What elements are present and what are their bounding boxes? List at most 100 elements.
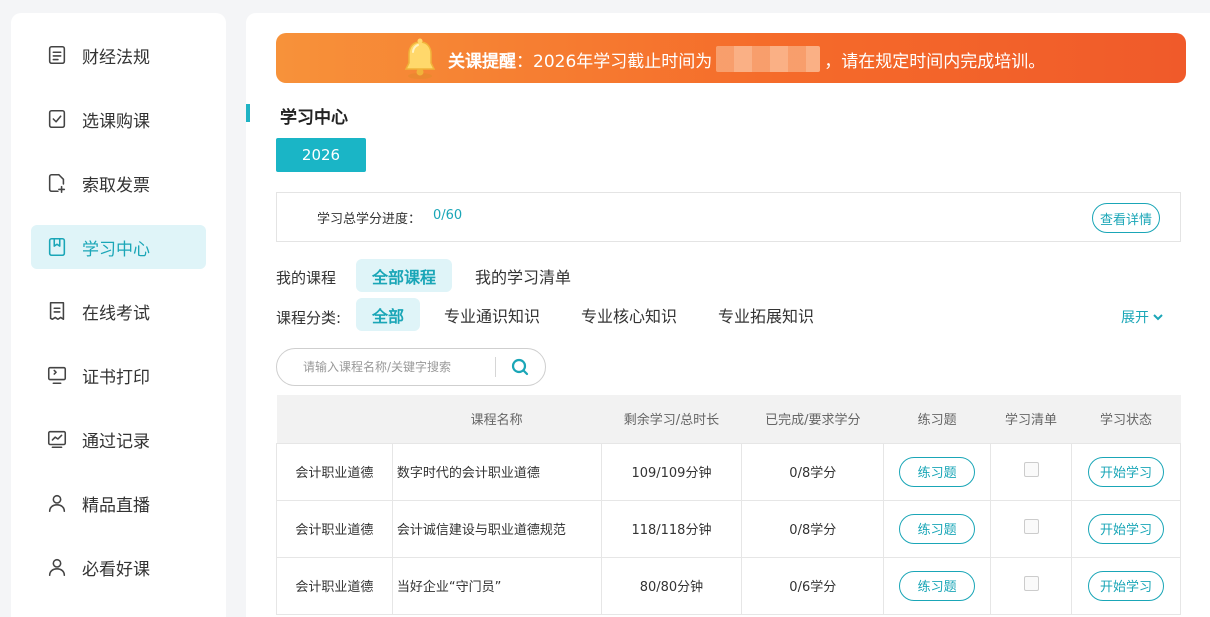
status-cell: 开始学习 <box>1071 442 1181 501</box>
study-list-checkbox[interactable] <box>1023 519 1039 534</box>
sidebar-item-label: 选课购课 <box>82 111 150 132</box>
sidebar-item-label: 证书打印 <box>82 367 150 388</box>
sidebar-item-label: 必看好课 <box>82 559 150 580</box>
expand-toggle[interactable]: 展开 <box>1121 307 1163 327</box>
section-accent-bar <box>246 104 250 122</box>
status-cell: 开始学习 <box>1071 556 1181 615</box>
start-learning-button[interactable]: 开始学习 <box>1088 513 1164 544</box>
course-time: 109/109分钟 <box>600 442 743 501</box>
expand-label: 展开 <box>1121 310 1149 326</box>
table-row: 会计职业道德 会计诚信建设与职业道德规范 118/118分钟 0/8学分 练习题… <box>276 499 1181 558</box>
sidebar-item-pass-records[interactable]: 通过记录 <box>31 417 206 461</box>
progress-label: 学习总学分进度： <box>317 212 422 227</box>
page-title: 学习中心 <box>280 108 348 128</box>
exercise-cell: 练习题 <box>883 442 992 501</box>
blurred-date <box>716 46 821 72</box>
document-icon <box>44 42 70 68</box>
sidebar-item-course-purchase[interactable]: 选课购课 <box>31 97 206 141</box>
sidebar-item-label: 通过记录 <box>82 431 150 452</box>
user-icon <box>44 490 70 516</box>
chart-icon <box>44 426 70 452</box>
search-divider <box>495 357 496 377</box>
sidebar-item-finance-regulations[interactable]: 财经法规 <box>31 33 206 77</box>
sidebar-item-label: 索取发票 <box>82 175 150 196</box>
course-name: 当好企业“守门员” <box>391 556 602 615</box>
sidebar-item-invoice[interactable]: 索取发票 <box>31 161 206 205</box>
course-category: 会计职业道德 <box>276 442 393 501</box>
course-time: 80/80分钟 <box>600 556 743 615</box>
category-tab-all[interactable]: 全部 <box>356 298 421 331</box>
table-row: 会计职业道德 当好企业“守门员” 80/80分钟 0/6学分 练习题 开始学习 <box>276 556 1181 615</box>
study-list-cell <box>990 556 1072 615</box>
view-details-button[interactable]: 查看详情 <box>1092 203 1160 233</box>
exam-paper-icon <box>44 298 70 324</box>
column-header-course-name: 课程名称 <box>392 395 602 443</box>
search-input[interactable] <box>303 358 488 376</box>
column-header-category <box>276 395 393 443</box>
course-credit: 0/6学分 <box>741 556 885 615</box>
table-row: 会计职业道德 数字时代的会计职业道德 109/109分钟 0/8学分 练习题 开… <box>276 442 1181 501</box>
banner-colon: ： <box>516 51 533 72</box>
tab-all-courses[interactable]: 全部课程 <box>356 259 453 292</box>
course-time: 118/118分钟 <box>600 499 743 558</box>
reminder-banner: 关课提醒： 2026年学习截止时间为 ，请在规定时间内完成培训。 <box>276 33 1186 83</box>
start-learning-button[interactable]: 开始学习 <box>1088 570 1164 601</box>
course-category: 会计职业道德 <box>276 499 393 558</box>
chevron-down-icon <box>1153 314 1163 321</box>
sidebar-item-learning-center[interactable]: 学习中心 <box>31 225 206 269</box>
sidebar-item-label: 学习中心 <box>82 239 150 260</box>
study-list-cell <box>990 499 1072 558</box>
main-panel: 关课提醒： 2026年学习截止时间为 ，请在规定时间内完成培训。 学习中心 2026… <box>246 13 1210 617</box>
course-name: 数字时代的会计职业道德 <box>391 442 602 501</box>
sidebar-item-label: 在线考试 <box>82 303 150 324</box>
exercise-button[interactable]: 练习题 <box>899 570 976 601</box>
my-courses-label: 我的课程 <box>276 269 337 287</box>
exercise-button[interactable]: 练习题 <box>899 456 976 487</box>
column-header-time: 剩余学习/总时长 <box>601 395 742 443</box>
banner-text: 关课提醒： 2026年学习截止时间为 ，请在规定时间内完成培训。 <box>448 46 1045 72</box>
column-header-status: 学习状态 <box>1071 395 1181 443</box>
study-list-checkbox[interactable] <box>1023 462 1039 477</box>
category-tab-extended[interactable]: 专业拓展知识 <box>702 298 830 331</box>
sidebar-item-label: 财经法规 <box>82 47 150 68</box>
status-cell: 开始学习 <box>1071 499 1181 558</box>
course-category: 会计职业道德 <box>276 556 393 615</box>
banner-text-after: ，请在规定时间内完成培训。 <box>824 51 1046 72</box>
banner-text-before: 2026年学习截止时间为 <box>533 51 713 72</box>
sidebar-item-must-watch[interactable]: 必看好课 <box>31 545 206 589</box>
credit-progress-box: 学习总学分进度： 0/60 查看详情 <box>276 192 1181 242</box>
banner-title: 关课提醒 <box>448 51 516 72</box>
monitor-icon <box>44 362 70 388</box>
column-header-credit: 已完成/要求学分 <box>741 395 884 443</box>
category-label: 课程分类: <box>276 309 342 327</box>
course-credit: 0/8学分 <box>741 442 885 501</box>
category-tab-core[interactable]: 专业核心知识 <box>565 298 693 331</box>
exercise-cell: 练习题 <box>883 556 992 615</box>
search-icon[interactable] <box>510 357 530 377</box>
sidebar: 财经法规 选课购课 索取发票 学习中心 在线考试 证书打印 通过记录 精品直播 … <box>11 13 226 617</box>
exercise-button[interactable]: 练习题 <box>899 513 976 544</box>
table-header-row: 课程名称 剩余学习/总时长 已完成/要求学分 练习题 学习清单 学习状态 <box>276 395 1181 443</box>
course-name: 会计诚信建设与职业道德规范 <box>391 499 602 558</box>
sidebar-item-online-exam[interactable]: 在线考试 <box>31 289 206 333</box>
study-list-checkbox[interactable] <box>1023 576 1039 591</box>
user-icon <box>44 554 70 580</box>
course-credit: 0/8学分 <box>741 499 885 558</box>
tab-my-study-list[interactable]: 我的学习清单 <box>459 259 587 292</box>
sidebar-item-live-stream[interactable]: 精品直播 <box>31 481 206 525</box>
sidebar-item-label: 精品直播 <box>82 495 150 516</box>
year-tab[interactable]: 2026 <box>276 138 366 172</box>
bookmark-book-icon <box>44 234 70 260</box>
bell-icon <box>404 38 436 79</box>
progress-value: 0/60 <box>433 208 463 223</box>
start-learning-button[interactable]: 开始学习 <box>1088 456 1164 487</box>
exercise-cell: 练习题 <box>883 499 992 558</box>
invoice-add-icon <box>44 170 70 196</box>
course-table: 课程名称 剩余学习/总时长 已完成/要求学分 练习题 学习清单 学习状态 会计职… <box>276 395 1181 615</box>
column-header-exercise: 练习题 <box>883 395 991 443</box>
sidebar-item-certificate-print[interactable]: 证书打印 <box>31 353 206 397</box>
category-tab-general[interactable]: 专业通识知识 <box>428 298 556 331</box>
study-list-cell <box>990 442 1072 501</box>
column-header-study-list: 学习清单 <box>990 395 1072 443</box>
search-box <box>276 348 546 386</box>
